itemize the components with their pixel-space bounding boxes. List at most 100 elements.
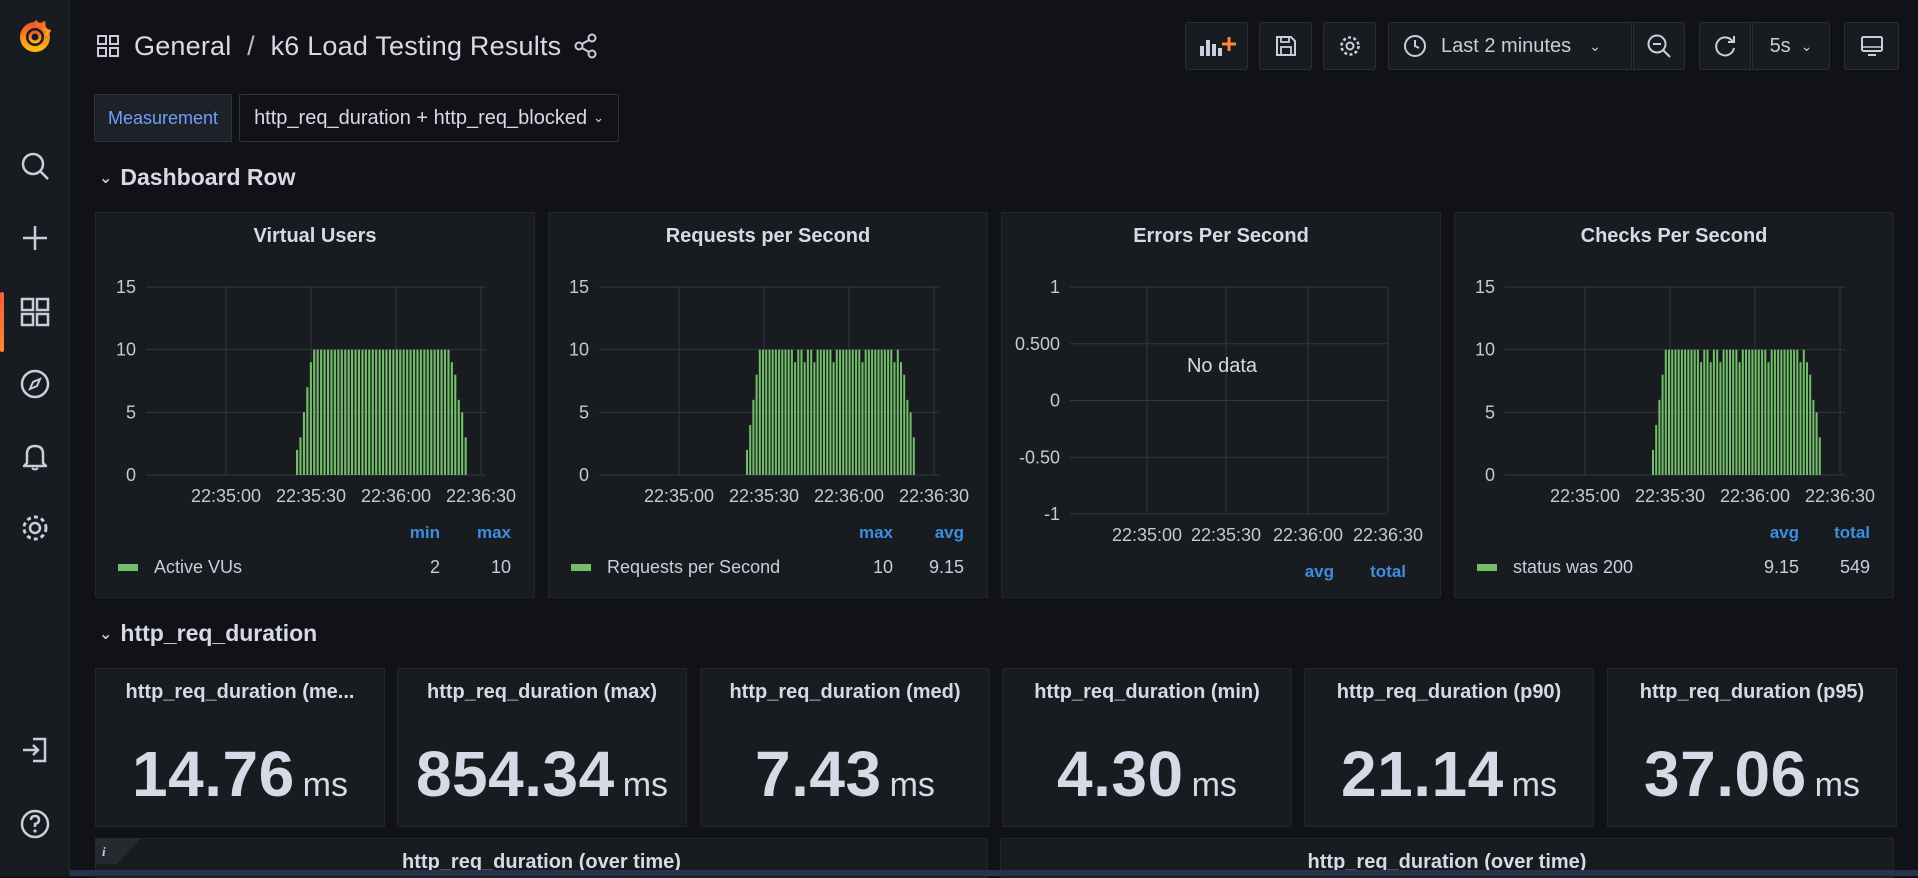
- x-tick-label: 22:36:30: [1353, 525, 1423, 545]
- measurement-variable-select[interactable]: http_req_duration + http_req_blocked ⌄: [239, 94, 619, 142]
- sign-in-icon[interactable]: [0, 726, 70, 774]
- panel-title: http_req_duration (min): [1034, 681, 1260, 703]
- bar: [337, 349, 340, 475]
- panel-requests-per-second[interactable]: Requests per Second 15 10 5 0 22:35:00 22:35:3…: [548, 212, 988, 598]
- bar: [1722, 349, 1725, 475]
- bar: [765, 349, 768, 475]
- bar: [787, 349, 790, 475]
- share-icon[interactable]: [573, 33, 599, 59]
- time-picker-button[interactable]: Last 2 minutes ⌄: [1388, 22, 1632, 70]
- bar: [1796, 349, 1799, 475]
- help-icon[interactable]: [0, 800, 70, 848]
- dashboard-settings-button[interactable]: [1323, 22, 1376, 70]
- bar: [800, 349, 803, 475]
- add-panel-button[interactable]: [1185, 22, 1248, 70]
- panel-title: http_req_duration (p95): [1639, 681, 1865, 703]
- bar: [340, 349, 343, 475]
- refresh-button[interactable]: [1699, 22, 1751, 70]
- row-header-http-req-duration[interactable]: ⌄ http_req_duration: [99, 620, 317, 647]
- x-tick-label: 22:35:00: [1550, 486, 1620, 506]
- bar: [440, 349, 443, 475]
- bar: [385, 349, 388, 475]
- bar: [313, 349, 316, 475]
- stat-unit: ms: [622, 766, 669, 804]
- explore-compass-icon[interactable]: [0, 360, 70, 408]
- graph-plot[interactable]: 15 10 5 0 22:35:00 22:35:30 22:36:00 22:36:30 av…: [1455, 213, 1895, 599]
- alerting-bell-icon[interactable]: [0, 432, 70, 480]
- stat-value: 854.34 ms: [398, 737, 686, 811]
- bar: [461, 412, 464, 475]
- row-header-dashboard-row[interactable]: ⌄ Dashboard Row: [99, 164, 295, 191]
- bar: [755, 374, 758, 475]
- bar: [871, 349, 874, 475]
- x-tick-label: 22:36:00: [814, 486, 884, 506]
- stat-panel[interactable]: http_req_duration (max) 854.34 ms: [397, 668, 687, 827]
- bar: [861, 362, 864, 475]
- panel-checks-per-second[interactable]: Checks Per Second 15 10 5 0 22:35:00 22:35:30 2…: [1454, 212, 1894, 598]
- bar: [299, 437, 302, 475]
- bar: [1741, 349, 1744, 475]
- stat-panel[interactable]: http_req_duration (p95) 37.06 ms: [1607, 668, 1897, 827]
- bar: [388, 349, 392, 475]
- grafana-logo-icon[interactable]: [0, 12, 70, 60]
- create-plus-icon[interactable]: [0, 214, 70, 262]
- bar: [1812, 399, 1815, 475]
- chevron-down-icon: ⌄: [593, 110, 604, 125]
- bar: [443, 349, 447, 475]
- stat-number: 21.14: [1341, 738, 1504, 810]
- tv-mode-button[interactable]: [1844, 22, 1899, 70]
- stat-value: 7.43 ms: [701, 737, 989, 811]
- graph-plot[interactable]: 15 10 5 0 22:35:00 22:35:30 22:36:00 22:36:30 mi…: [96, 213, 536, 599]
- legend-header: total: [1834, 523, 1870, 542]
- bar: [457, 399, 460, 475]
- folder-link[interactable]: General: [134, 31, 231, 61]
- bar: [858, 349, 861, 475]
- bar: [437, 349, 440, 475]
- bar: [426, 349, 429, 475]
- bar: [803, 362, 806, 475]
- stat-panel[interactable]: http_req_duration (p90) 21.14 ms: [1304, 668, 1594, 827]
- bar: [903, 374, 906, 475]
- legend-value: 2: [430, 557, 440, 577]
- dashboards-icon[interactable]: [0, 288, 70, 352]
- bar: [320, 349, 323, 475]
- stat-value: 4.30 ms: [1003, 737, 1291, 811]
- search-icon[interactable]: [0, 142, 70, 190]
- bar: [1725, 349, 1728, 475]
- stat-value: 14.76 ms: [96, 737, 384, 811]
- stat-unit: ms: [1511, 766, 1557, 804]
- bar: [1748, 349, 1751, 475]
- bar: [758, 349, 761, 475]
- refresh-interval-picker[interactable]: 5s ⌄: [1752, 22, 1830, 70]
- stat-panel[interactable]: http_req_duration (min) 4.30 ms: [1002, 668, 1292, 827]
- panel-virtual-users[interactable]: Virtual Users 15 10 5 0 22:35:00 22:35:30 22:36…: [95, 212, 535, 598]
- bar: [1818, 437, 1821, 475]
- legend-value: 10: [491, 557, 511, 577]
- bar: [447, 349, 450, 475]
- bar: [819, 349, 822, 475]
- bar: [810, 349, 813, 475]
- dashboard-title[interactable]: k6 Load Testing Results: [271, 31, 562, 61]
- bar: [368, 349, 371, 475]
- stat-panel[interactable]: http_req_duration (med) 7.43 ms: [700, 668, 990, 827]
- y-tick-label: 0: [1485, 465, 1495, 485]
- zoom-out-button[interactable]: [1633, 22, 1685, 70]
- save-dashboard-button[interactable]: [1259, 22, 1312, 70]
- bar: [1783, 349, 1786, 475]
- bar: [406, 349, 409, 475]
- row-title: Dashboard Row: [120, 164, 296, 190]
- bar: [375, 349, 378, 475]
- bar: [887, 349, 890, 475]
- configuration-gear-icon[interactable]: [0, 504, 70, 552]
- bar: [1668, 349, 1670, 475]
- graph-plot[interactable]: 15 10 5 0 22:35:00 22:35:30 22:36:00 22:36:30 ma…: [549, 213, 989, 599]
- sidebar: [0, 0, 70, 876]
- stat-panel[interactable]: http_req_duration (me... 14.76 ms: [95, 668, 385, 827]
- bar: [746, 449, 748, 475]
- bar: [774, 349, 777, 475]
- graph-plot[interactable]: 1 0.500 0 -0.50 -1 22:35:00 22:35:30 22:36:00 22…: [1002, 213, 1442, 599]
- template-variables: Measurement http_req_duration + http_req…: [94, 94, 619, 142]
- refresh-interval-label: 5s: [1769, 34, 1791, 57]
- bar: [413, 349, 416, 475]
- panel-errors-per-second[interactable]: Errors Per Second 1 0.500 0 -0.50 -1 22:35:00 2…: [1001, 212, 1441, 598]
